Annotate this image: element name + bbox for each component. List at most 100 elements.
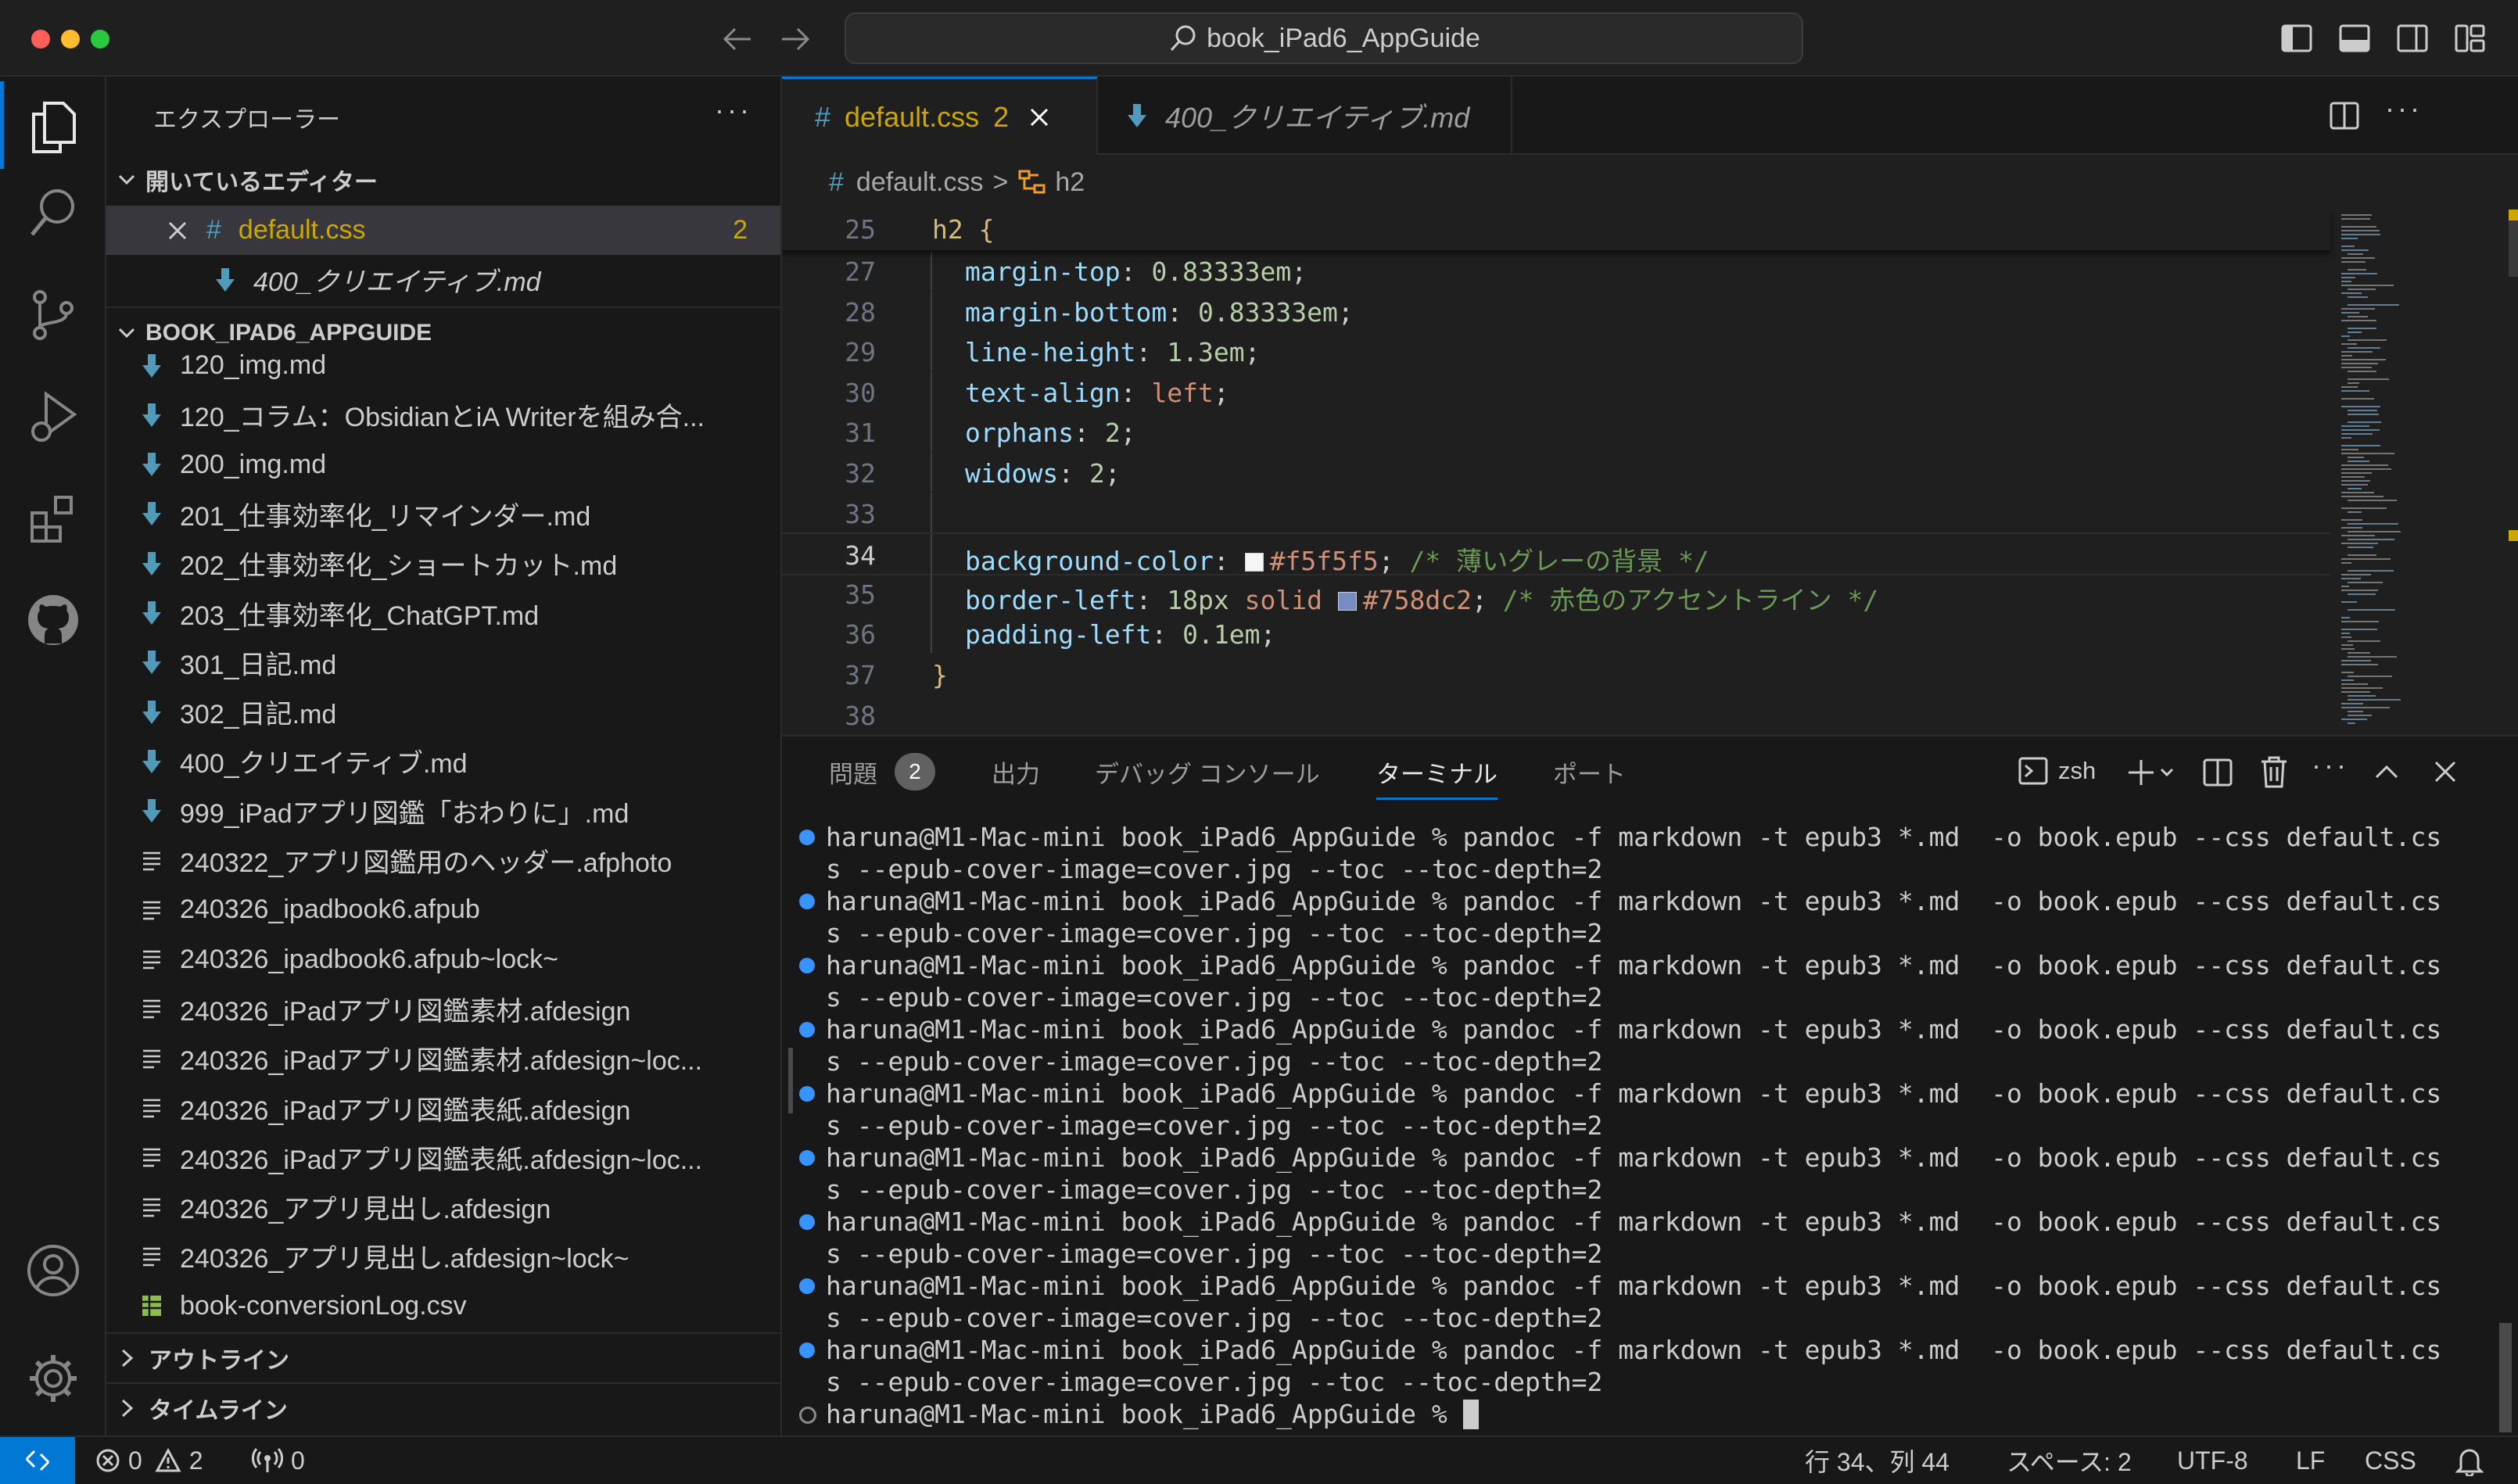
timeline-section-header[interactable]: タイムライン — [106, 1382, 780, 1432]
split-editor-icon[interactable] — [2329, 100, 2360, 131]
language-mode[interactable]: CSS — [2365, 1437, 2416, 1484]
eol-status[interactable]: LF — [2296, 1437, 2325, 1484]
terminal-output[interactable]: haruna@M1-Mac-mini book_iPad6_AppGuide %… — [782, 821, 2502, 1431]
file-tree-item[interactable]: 240322_アプリ図鑑用のヘッダー.afphoto — [106, 836, 780, 885]
tab-ports[interactable]: ポート — [1553, 737, 1626, 807]
chevron-up-icon[interactable] — [2374, 760, 2399, 785]
markdown-arrow-icon — [141, 699, 180, 726]
search-icon[interactable] — [0, 163, 106, 264]
code-line: 37} — [782, 654, 2330, 694]
command-success-dot[interactable] — [799, 958, 815, 973]
file-tree-item[interactable]: 301_日記.md — [106, 638, 780, 687]
file-tree-item[interactable]: 999_iPadアプリ図鑑「おわりに」.md — [106, 787, 780, 836]
css-property: border-left — [965, 584, 1136, 615]
tab-400-md[interactable]: 400_クリエイティブ.md — [1098, 77, 1512, 155]
file-tree-item[interactable]: 200_img.md — [106, 440, 780, 489]
file-tree-item[interactable]: 240326_iPadアプリ図鑑表紙.afdesign~loc... — [106, 1133, 780, 1182]
problems-count-badge: 2 — [895, 753, 935, 790]
editor-scrollbar[interactable] — [2509, 210, 2518, 735]
command-success-dot[interactable] — [799, 1278, 815, 1294]
file-tree-item[interactable]: 201_仕事効率化_リマインダー.md — [106, 489, 780, 539]
close-icon[interactable] — [167, 220, 188, 241]
command-success-dot[interactable] — [799, 1342, 815, 1358]
breadcrumb-symbol[interactable]: h2 — [1055, 167, 1085, 198]
ports-status[interactable]: 0 — [252, 1437, 305, 1484]
problems-status[interactable]: 0 2 — [95, 1437, 203, 1484]
close-panel-icon[interactable] — [2434, 760, 2457, 783]
tab-output[interactable]: 出力 — [992, 737, 1040, 807]
cursor-position[interactable]: 行 34、列 44 — [1805, 1437, 1949, 1484]
manage-gear-icon[interactable] — [0, 1328, 106, 1429]
github-icon[interactable] — [0, 569, 106, 671]
file-tree-item[interactable]: 240326_アプリ見出し.afdesign — [106, 1182, 780, 1231]
indent-guide — [931, 290, 932, 331]
window-title: book_iPad6_AppGuide — [1207, 23, 1480, 53]
bottom-panel: 問題 2 出力 デバッグ コンソール ターミナル ポート zsh ··· har… — [782, 735, 2518, 1436]
open-editors-section-header[interactable]: 開いているエディター — [106, 155, 780, 204]
zoom-window-button[interactable] — [91, 30, 109, 48]
file-tree-item[interactable]: 400_クリエイティブ.md — [106, 737, 780, 786]
code-line: 32 widows: 2; — [782, 452, 2330, 492]
file-tree-item[interactable]: 240326_iPadアプリ図鑑素材.afdesign — [106, 984, 780, 1034]
run-debug-icon[interactable] — [0, 366, 106, 468]
toggle-secondary-sidebar-icon[interactable] — [2396, 22, 2429, 55]
command-success-dot[interactable] — [799, 1150, 815, 1166]
breadcrumb-file[interactable]: default.css — [856, 167, 984, 198]
indentation-status[interactable]: スペース: 2 — [2007, 1437, 2132, 1484]
open-editor-item-400-md[interactable]: 400_クリエイティブ.md — [106, 255, 780, 304]
file-tree-item[interactable]: 240326_アプリ見出し.afdesign~lock~ — [106, 1231, 780, 1281]
source-control-icon[interactable] — [0, 264, 106, 366]
close-window-button[interactable] — [31, 30, 50, 48]
toggle-panel-icon[interactable] — [2338, 22, 2371, 55]
new-terminal-plus-icon[interactable] — [2127, 758, 2177, 787]
minimap[interactable] — [2337, 210, 2470, 735]
more-actions-icon[interactable]: ··· — [715, 94, 752, 127]
file-tree-item[interactable]: 240326_ipadbook6.afpub~lock~ — [106, 935, 780, 984]
file-tree-item[interactable]: 240326_iPadアプリ図鑑素材.afdesign~loc... — [106, 1034, 780, 1083]
command-success-dot[interactable] — [799, 830, 815, 845]
command-success-dot[interactable] — [799, 1214, 815, 1230]
close-icon[interactable] — [1029, 107, 1049, 127]
file-tree-item[interactable]: book-conversionLog.csv — [106, 1281, 780, 1331]
color-swatch[interactable] — [1244, 553, 1264, 572]
split-terminal-icon[interactable] — [2202, 757, 2233, 788]
tab-problems[interactable]: 問題 2 — [829, 737, 935, 807]
file-tree-item[interactable]: 240326_iPadアプリ図鑑表紙.afdesign — [106, 1084, 780, 1133]
file-tree-item[interactable]: 203_仕事効率化_ChatGPT.md — [106, 589, 780, 638]
command-success-dot[interactable] — [799, 1086, 815, 1102]
file-name: 240322_アプリ図鑑用のヘッダー.afphoto — [180, 848, 673, 878]
file-tree-item[interactable]: 202_仕事効率化_ショートカット.md — [106, 539, 780, 588]
tab-terminal[interactable]: ターミナル — [1376, 737, 1498, 807]
file-tree-item[interactable]: 120_コラム：ObsidianとiA Writerを組み合... — [106, 390, 780, 439]
customize-layout-icon[interactable] — [2454, 22, 2487, 55]
tab-default-css[interactable]: # default.css 2 — [782, 77, 1098, 155]
color-swatch[interactable] — [1337, 591, 1357, 611]
extensions-icon[interactable] — [0, 468, 106, 569]
trash-icon[interactable] — [2260, 755, 2288, 788]
markdown-arrow-icon — [141, 798, 180, 824]
outline-section-header[interactable]: アウトライン — [106, 1332, 780, 1382]
encoding-status[interactable]: UTF-8 — [2177, 1437, 2248, 1484]
open-editor-item-default-css[interactable]: # default.css 2 — [106, 206, 780, 255]
more-actions-icon[interactable]: ··· — [2312, 749, 2349, 782]
code-editor[interactable]: 25 h2 { 27 margin-top: 0.83333em; 28 margin… — [782, 210, 2518, 735]
tab-debug-console[interactable]: デバッグ コンソール — [1095, 737, 1320, 807]
terminal-scrollbar[interactable] — [2499, 1323, 2512, 1432]
back-arrow-icon[interactable] — [721, 23, 754, 55]
remote-indicator[interactable] — [0, 1437, 75, 1484]
minimize-window-button[interactable] — [61, 30, 80, 48]
toggle-primary-sidebar-icon[interactable] — [2280, 22, 2313, 55]
file-tree-item[interactable]: 240326_ipadbook6.afpub — [106, 885, 780, 934]
forward-arrow-icon[interactable] — [779, 23, 812, 55]
file-tree-item[interactable]: 120_img.md — [106, 341, 780, 390]
account-icon[interactable] — [0, 1220, 106, 1321]
more-actions-icon[interactable]: ··· — [2385, 92, 2423, 125]
search-icon — [1168, 23, 1199, 54]
command-success-dot[interactable] — [799, 1022, 815, 1038]
sticky-scroll-header[interactable]: 25 h2 { — [782, 210, 2330, 252]
command-center-search[interactable]: book_iPad6_AppGuide — [845, 13, 1803, 64]
shell-name[interactable]: zsh — [2058, 757, 2096, 785]
file-tree-item[interactable]: 302_日記.md — [106, 687, 780, 737]
notifications-bell-icon[interactable] — [2455, 1446, 2484, 1476]
command-success-dot[interactable] — [799, 894, 815, 909]
